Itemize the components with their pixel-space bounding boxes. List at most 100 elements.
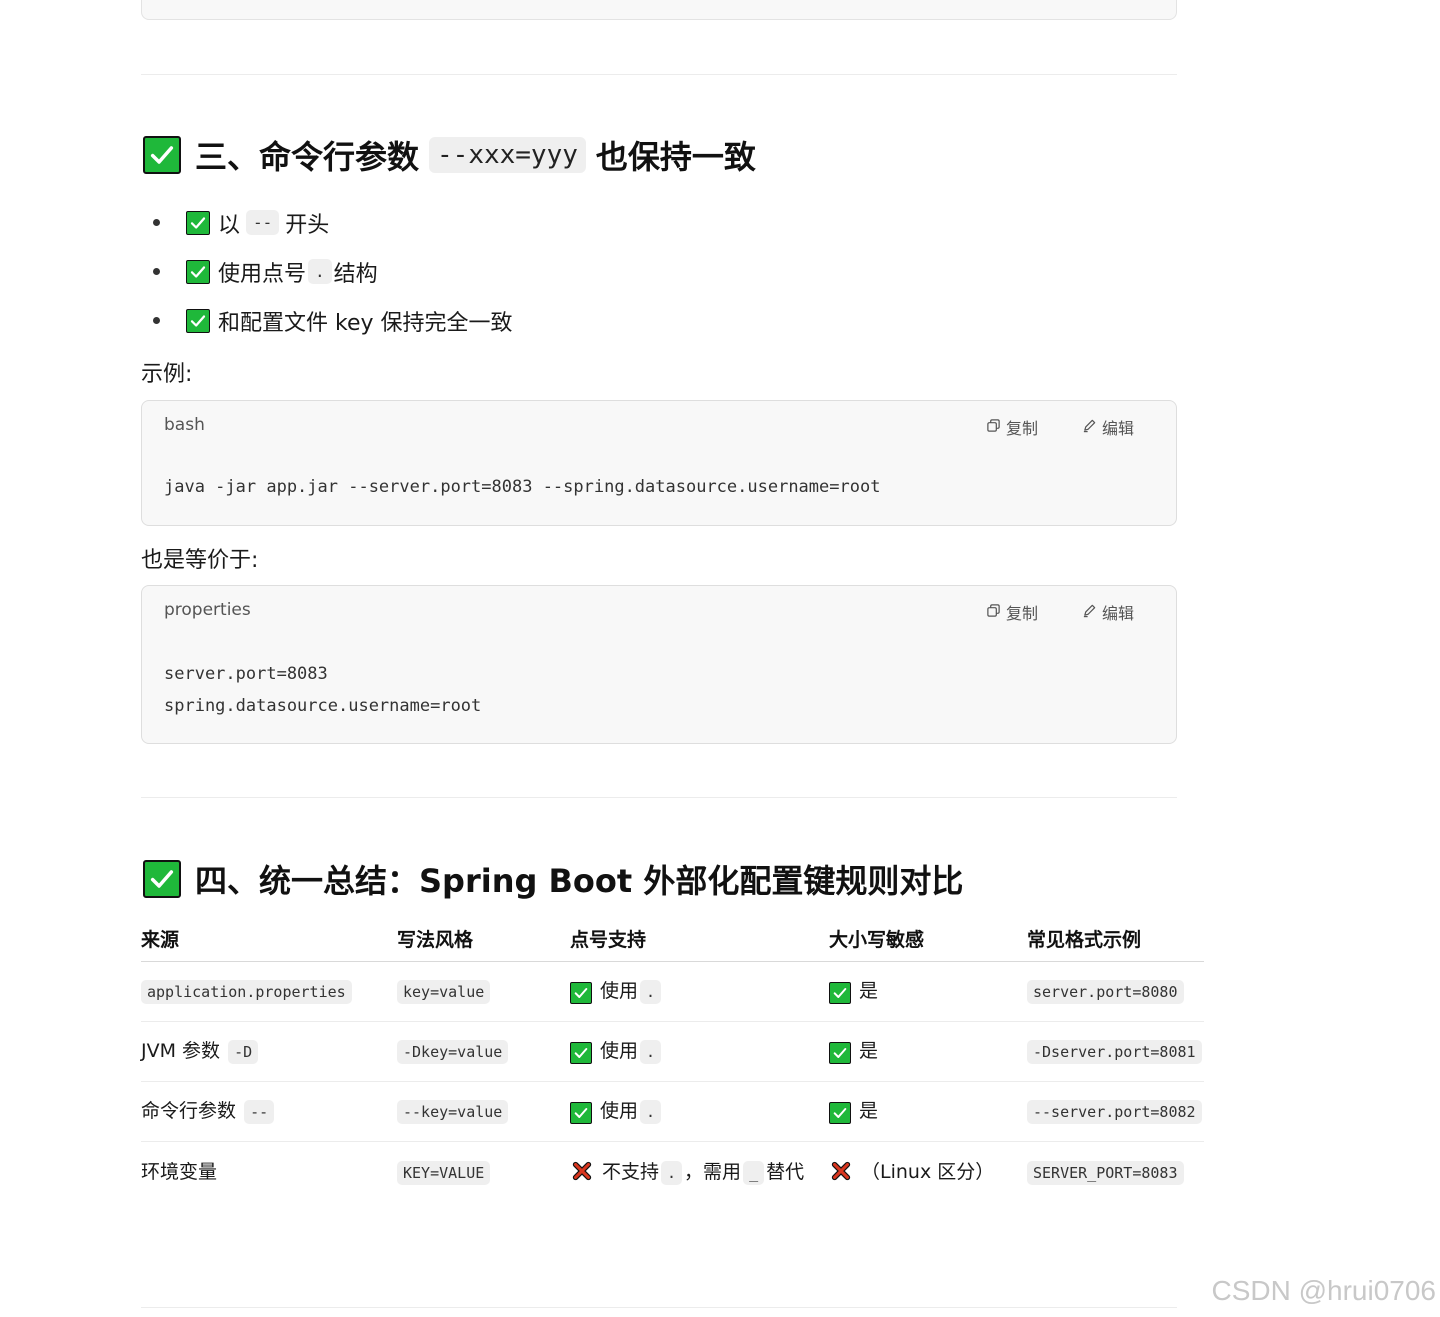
style-cell: -Dkey=value [397, 1021, 570, 1082]
cell-text: 替代 [766, 1160, 805, 1183]
cell-text: 是 [859, 1100, 879, 1122]
inline-code: --key=value [397, 1099, 509, 1124]
rule-list: 以 -- 开头 使用点号 . 结构 和配置文件 key 保持完全一致 [153, 198, 513, 345]
code-language-label: properties [164, 600, 251, 620]
inline-code: -D [228, 1039, 259, 1064]
check-mark-icon [570, 981, 592, 1004]
cell-text: 是 [859, 1040, 879, 1062]
inline-code: . [640, 1039, 662, 1064]
case-sensitive-cell: 是 [829, 1081, 1027, 1142]
inline-code: _ [743, 1160, 765, 1185]
cell-text: 使用 [600, 979, 639, 1002]
previous-code-block [141, 0, 1177, 20]
example-cell: -Dserver.port=8081 [1027, 1021, 1204, 1082]
inline-code: . [308, 259, 332, 284]
inline-code: . [661, 1160, 683, 1185]
list-item: 使用点号 . 结构 [153, 247, 513, 296]
check-mark-icon [829, 1102, 851, 1124]
check-mark-icon [143, 136, 181, 174]
code-block-bash: bash 复制 编辑 java -jar app.jar --server.po… [141, 400, 1177, 526]
inline-code: -- [244, 1099, 275, 1124]
list-item-text: 和配置文件 key 保持完全一致 [218, 310, 513, 336]
watermark: CSDN @hrui0706 [1211, 1275, 1436, 1306]
example-cell: --server.port=8082 [1027, 1081, 1204, 1142]
example-cell: SERVER_PORT=8083 [1027, 1141, 1204, 1221]
copy-button[interactable]: 复制 [986, 415, 1038, 439]
check-mark-icon [570, 1101, 592, 1124]
source-cell: application.properties [141, 961, 397, 1022]
bullet-dot [153, 317, 160, 324]
edit-button[interactable]: 编辑 [1082, 600, 1134, 624]
check-mark-icon [829, 1042, 851, 1064]
case-sensitive-cell: 是 [829, 961, 1027, 1022]
table-row: 命令行参数 -- --key=value 使用. 是 --server.port… [141, 1081, 1204, 1142]
inline-code: -Dkey=value [397, 1039, 509, 1064]
code-language-label: bash [164, 415, 205, 435]
code-content: server.port=8083 spring.datasource.userna… [164, 658, 481, 722]
inline-code: . [640, 1099, 662, 1124]
section3-heading-text: 三、命令行参数 [195, 138, 420, 176]
inline-code: application.properties [141, 979, 352, 1004]
cell-text: 使用 [600, 1099, 639, 1122]
code-line: spring.datasource.username=root [164, 696, 482, 716]
cell-text: 使用 [600, 1039, 639, 1062]
edit-label: 编辑 [1101, 419, 1134, 438]
cell-text: 是 [859, 980, 879, 1002]
style-cell: --key=value [397, 1081, 570, 1142]
cell-text: （Linux 区分） [861, 1160, 995, 1183]
section3-heading-text-tail: 也保持一致 [595, 138, 756, 176]
equivalent-label: 也是等价于: [141, 548, 259, 573]
cell-text: ，需用 [684, 1160, 742, 1183]
cell-text: JVM 参数 [141, 1039, 221, 1062]
code-block-properties: properties 复制 编辑 server.port=8083 spring.… [141, 585, 1177, 744]
table-row: JVM 参数 -D -Dkey=value 使用. 是 -Dserver.por… [141, 1021, 1204, 1082]
table-row: application.properties key=value 使用. 是 s… [141, 961, 1204, 1022]
inline-code: key=value [397, 979, 491, 1004]
dot-support-cell: 使用. [570, 1081, 829, 1142]
inline-code: server.port=8080 [1027, 979, 1184, 1004]
example-cell: server.port=8080 [1027, 961, 1204, 1022]
case-sensitive-cell: （Linux 区分） [829, 1141, 1027, 1221]
check-mark-icon [570, 1041, 592, 1064]
section3-heading-code: --xxx=yyy [429, 137, 586, 173]
section4-heading: 四、统一总结：Spring Boot 外部化配置键规则对比 [143, 856, 963, 902]
list-item-text: 以 [218, 212, 241, 238]
check-mark-icon [143, 860, 181, 898]
copy-button[interactable]: 复制 [986, 600, 1038, 624]
inline-code: --server.port=8082 [1027, 1099, 1202, 1124]
style-cell: key=value [397, 961, 570, 1022]
list-item-text: 结构 [333, 261, 378, 287]
inline-code: SERVER_PORT=8083 [1027, 1160, 1184, 1185]
bullet-dot [153, 268, 160, 275]
inline-code: KEY=VALUE [397, 1160, 491, 1185]
list-item-text: 使用点号 [218, 261, 307, 287]
edit-button[interactable]: 编辑 [1082, 415, 1134, 439]
inline-code: -Dserver.port=8081 [1027, 1039, 1202, 1064]
cell-text: 环境变量 [141, 1160, 218, 1183]
cross-mark-icon [570, 1159, 594, 1183]
edit-label: 编辑 [1101, 604, 1134, 623]
copy-label: 复制 [1005, 419, 1038, 438]
column-header: 大小写敏感 [829, 917, 1027, 962]
section3-heading: 三、命令行参数 --xxx=yyy 也保持一致 [143, 132, 756, 178]
divider [141, 797, 1177, 798]
code-content: java -jar app.jar --server.port=8083 --s… [164, 471, 880, 503]
code-line: server.port=8083 [164, 664, 328, 684]
divider [141, 1307, 1177, 1308]
case-sensitive-cell: 是 [829, 1021, 1027, 1082]
dot-support-cell: 不支持. ，需用 _ 替代 [570, 1141, 829, 1221]
section4-heading-text: 四、统一总结：Spring Boot 外部化配置键规则对比 [195, 862, 964, 900]
list-item-text: 开头 [285, 212, 330, 238]
source-cell: 命令行参数 -- [141, 1081, 397, 1142]
source-cell: JVM 参数 -D [141, 1021, 397, 1082]
table-row: 环境变量 KEY=VALUE 不支持. ，需用 _ 替代 （Linux 区分） SER… [141, 1141, 1204, 1221]
divider [141, 74, 1177, 75]
code-actions: 复制 编辑 [986, 415, 1134, 439]
cell-text: 命令行参数 [141, 1099, 237, 1122]
copy-label: 复制 [1005, 604, 1038, 623]
code-line: java -jar app.jar --server.port=8083 --s… [164, 477, 881, 497]
source-cell: 环境变量 [141, 1141, 397, 1221]
column-header: 写法风格 [397, 917, 570, 962]
edit-icon [1082, 418, 1097, 437]
column-header: 点号支持 [570, 917, 829, 962]
